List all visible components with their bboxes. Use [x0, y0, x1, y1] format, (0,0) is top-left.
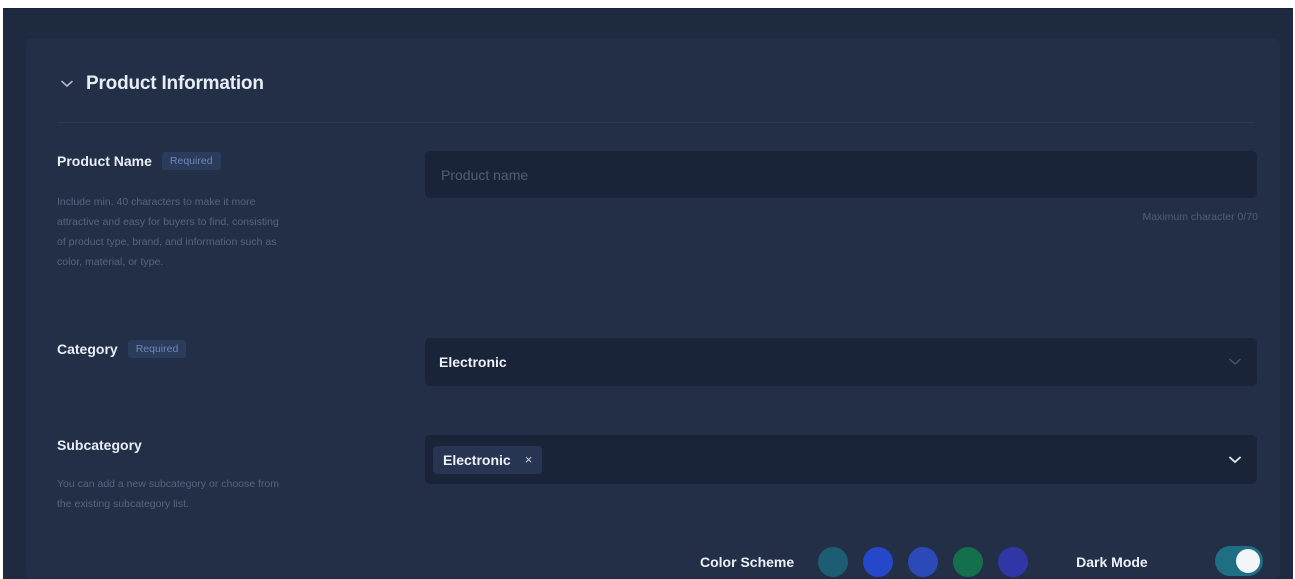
tag-label: Electronic — [443, 451, 511, 468]
help-line: attractive and easy for buyers to find, … — [57, 216, 279, 228]
required-badge: Required — [127, 340, 187, 358]
color-swatch-blue[interactable] — [863, 547, 894, 577]
help-line: You can add a new subcategory or choose … — [57, 478, 280, 490]
help-line: of product type, brand, and information … — [57, 236, 277, 248]
character-counter: Maximum character 0/70 — [1142, 211, 1258, 223]
subcategory-label-row: Subcategory — [57, 437, 142, 453]
section-header[interactable]: Product Information — [60, 73, 264, 95]
color-scheme-label: Color Scheme — [700, 554, 795, 570]
product-name-label: Product Name — [57, 153, 152, 169]
product-name-help: Include min. 40 characters to make it mo… — [57, 192, 397, 272]
chevron-down-icon[interactable] — [1229, 456, 1241, 464]
subcategory-label: Subcategory — [57, 437, 142, 453]
remove-tag-icon[interactable]: × — [525, 452, 533, 467]
subcategory-tag: Electronic × — [433, 445, 543, 474]
category-selected-value: Electronic — [439, 354, 507, 370]
dark-mode-toggle[interactable] — [1215, 546, 1263, 576]
section-title: Product Information — [86, 73, 264, 94]
color-swatch-teal[interactable] — [818, 547, 849, 577]
section-divider — [58, 122, 1254, 123]
required-badge: Required — [161, 152, 221, 170]
product-name-input[interactable] — [439, 165, 1257, 184]
help-line: the existing subcategory list. — [57, 498, 189, 510]
color-swatch-indigo[interactable] — [908, 547, 939, 577]
color-swatch-violet[interactable] — [998, 547, 1029, 577]
product-name-field[interactable] — [425, 151, 1257, 198]
chevron-down-icon[interactable] — [1229, 358, 1241, 366]
toggle-knob — [1236, 549, 1260, 573]
subcategory-multiselect[interactable]: Electronic × — [425, 435, 1257, 484]
product-name-label-row: Product Name Required — [57, 152, 221, 170]
screen: Product Information Product Name Require… — [0, 0, 1295, 579]
help-line: color, material, or type. — [57, 256, 164, 268]
category-label-row: Category Required — [57, 340, 187, 358]
subcategory-help: You can add a new subcategory or choose … — [57, 474, 397, 514]
dark-mode-label: Dark Mode — [1076, 554, 1148, 570]
help-line: Include min. 40 characters to make it mo… — [57, 196, 256, 208]
appearance-bar: Color Scheme Dark Mode — [700, 546, 1148, 578]
category-label: Category — [57, 341, 118, 357]
chevron-down-icon[interactable] — [60, 77, 74, 91]
color-swatch-green[interactable] — [953, 547, 984, 577]
category-select[interactable]: Electronic — [425, 338, 1257, 386]
